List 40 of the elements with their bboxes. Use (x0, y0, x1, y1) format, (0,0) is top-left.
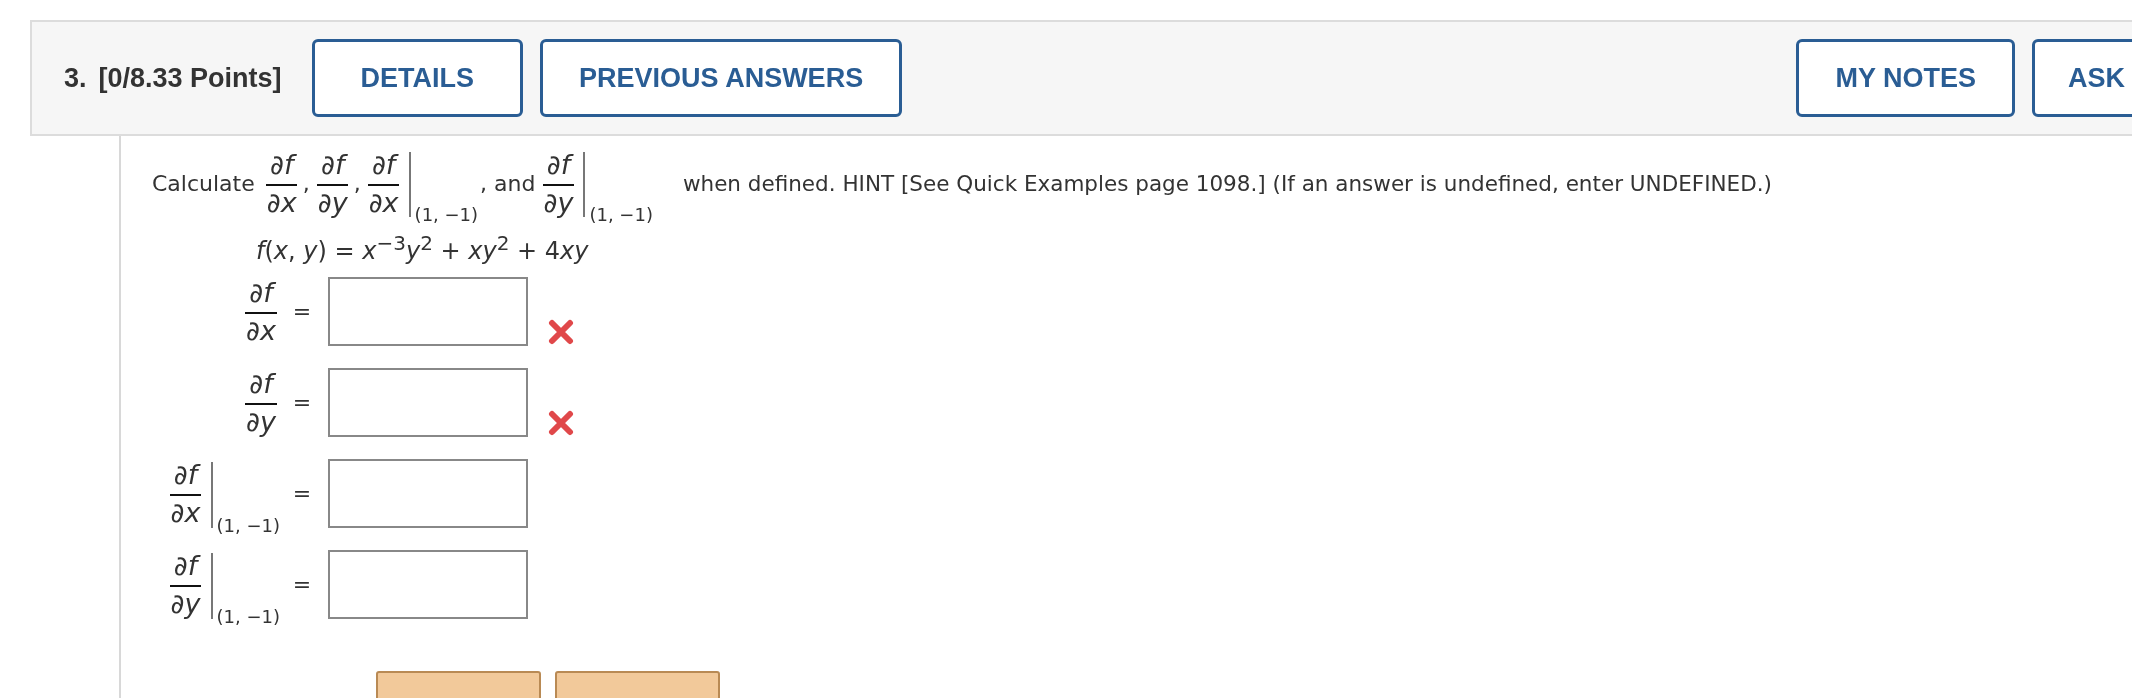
numerator: ∂f (245, 369, 277, 405)
numerator: ∂f (316, 150, 349, 186)
evaluation-point: (1, −1) (216, 514, 280, 536)
prompt-text: when defined. HINT [See Quick Examples page 1098.] (If an answer is undefined, enter UNDEFINED.) (682, 171, 1772, 197)
numerator: ∂f (367, 150, 400, 186)
points-label: [0/8.33 Points] (98, 62, 282, 94)
prompt-text: Calculate (152, 171, 255, 197)
evaluation-point: (1, −1) (414, 204, 479, 226)
numerator: ∂f (245, 278, 277, 314)
answer-field[interactable] (328, 459, 528, 529)
denominator: ∂y (169, 586, 202, 619)
denominator: ∂x (169, 495, 202, 528)
denominator: ∂y (542, 185, 575, 218)
separator-text: , (302, 171, 310, 197)
equals-sign: = (291, 481, 313, 507)
header-button[interactable]: MY NOTES (1796, 39, 2015, 117)
answer-field[interactable] (328, 277, 528, 347)
numerator: ∂f (169, 551, 202, 587)
denominator: ∂y (245, 404, 277, 437)
equals-sign: = (291, 390, 313, 416)
denominator: ∂y (316, 185, 349, 218)
denominator: ∂x (367, 185, 400, 218)
answer-field[interactable] (328, 368, 528, 438)
answer-field[interactable] (328, 550, 528, 620)
equals-sign: = (291, 572, 313, 598)
separator-text: , and (480, 171, 536, 197)
header-button[interactable]: ASK (2032, 39, 2132, 117)
denominator: ∂x (265, 185, 298, 218)
numerator: ∂f (169, 460, 202, 496)
evaluation-point: (1, −1) (216, 605, 280, 627)
header-button[interactable]: PREVIOUS ANSWERS (540, 39, 903, 117)
evaluation-point: (1, −1) (589, 204, 653, 226)
function-formula: f(x, y) = x$^{−3}$y$^{2}$ + xy$^{2}$ + 4xy (256, 231, 590, 266)
question-number: 3. (64, 62, 87, 94)
header-button[interactable]: DETAILS (311, 39, 524, 117)
denominator: ∂x (245, 313, 277, 346)
numerator: ∂f (266, 150, 298, 186)
numerator: ∂f (542, 150, 575, 186)
equals-sign: = (291, 299, 313, 325)
separator-text: , (353, 171, 361, 197)
